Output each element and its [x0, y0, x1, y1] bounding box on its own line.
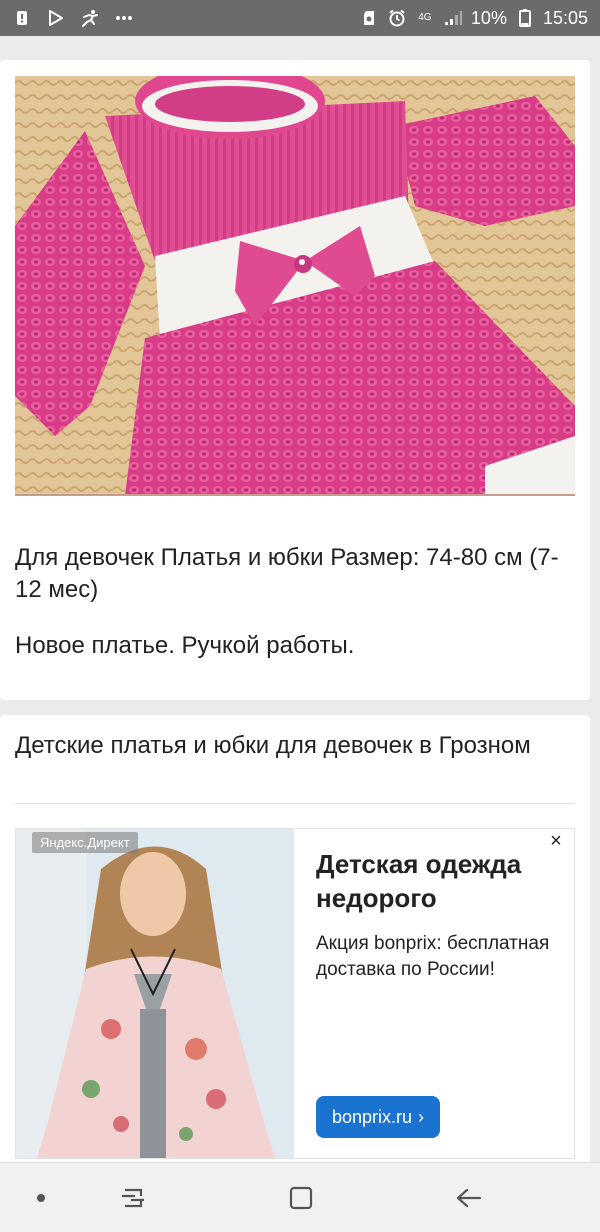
- play-store-icon: [46, 8, 66, 28]
- product-photo[interactable]: [15, 76, 575, 496]
- ad-photo[interactable]: Яндекс.Директ: [16, 829, 294, 1158]
- chevron-right-icon: ›: [418, 1106, 425, 1127]
- divider: [15, 803, 575, 804]
- running-figure-icon: [80, 8, 100, 28]
- back-icon[interactable]: [452, 1181, 486, 1215]
- listing-note: Новое платье. Ручкой работы.: [15, 632, 355, 659]
- listing-card: Для девочек Платья и юбки Размер: 74-80 …: [0, 60, 590, 700]
- ad-banner[interactable]: Яндекс.Директ × Детская одежда недорого …: [15, 828, 575, 1159]
- signal-icon: [443, 8, 463, 28]
- listing-description: Для девочек Платья и юбки Размер: 74-80 …: [15, 544, 559, 603]
- more-icon: [114, 8, 134, 28]
- clock: 15:05: [542, 7, 588, 28]
- ad-source-label: Яндекс.Директ: [32, 832, 138, 853]
- notification-icon: [12, 8, 32, 28]
- ad-body: Акция bonprix: бесплатная доставка по Ро…: [316, 933, 550, 980]
- navigation-bar: [0, 1162, 600, 1232]
- related-title[interactable]: Детские платья и юбки для девочек в Гроз…: [15, 731, 575, 761]
- recent-apps-icon[interactable]: [116, 1181, 150, 1215]
- ad-link-button[interactable]: bonprix.ru ›: [316, 1096, 440, 1138]
- home-icon[interactable]: [284, 1181, 318, 1215]
- status-bar-right: 4G 10% 15:05: [359, 8, 588, 29]
- status-bar: 4G 10% 15:05: [0, 0, 600, 36]
- dot-icon[interactable]: [24, 1181, 58, 1215]
- status-bar-left: [12, 8, 134, 28]
- ad-link-label: bonprix.ru: [331, 1106, 413, 1127]
- battery-percent: 10%: [470, 7, 507, 28]
- battery-icon: [515, 8, 535, 28]
- related-card: Детские платья и юбки для девочек в Гроз…: [0, 715, 590, 1165]
- alarm-icon: [387, 8, 407, 28]
- sd-card-icon: [359, 8, 379, 28]
- network-type: 4G: [418, 12, 432, 23]
- ad-headline[interactable]: Детская одежда недорого: [316, 847, 566, 915]
